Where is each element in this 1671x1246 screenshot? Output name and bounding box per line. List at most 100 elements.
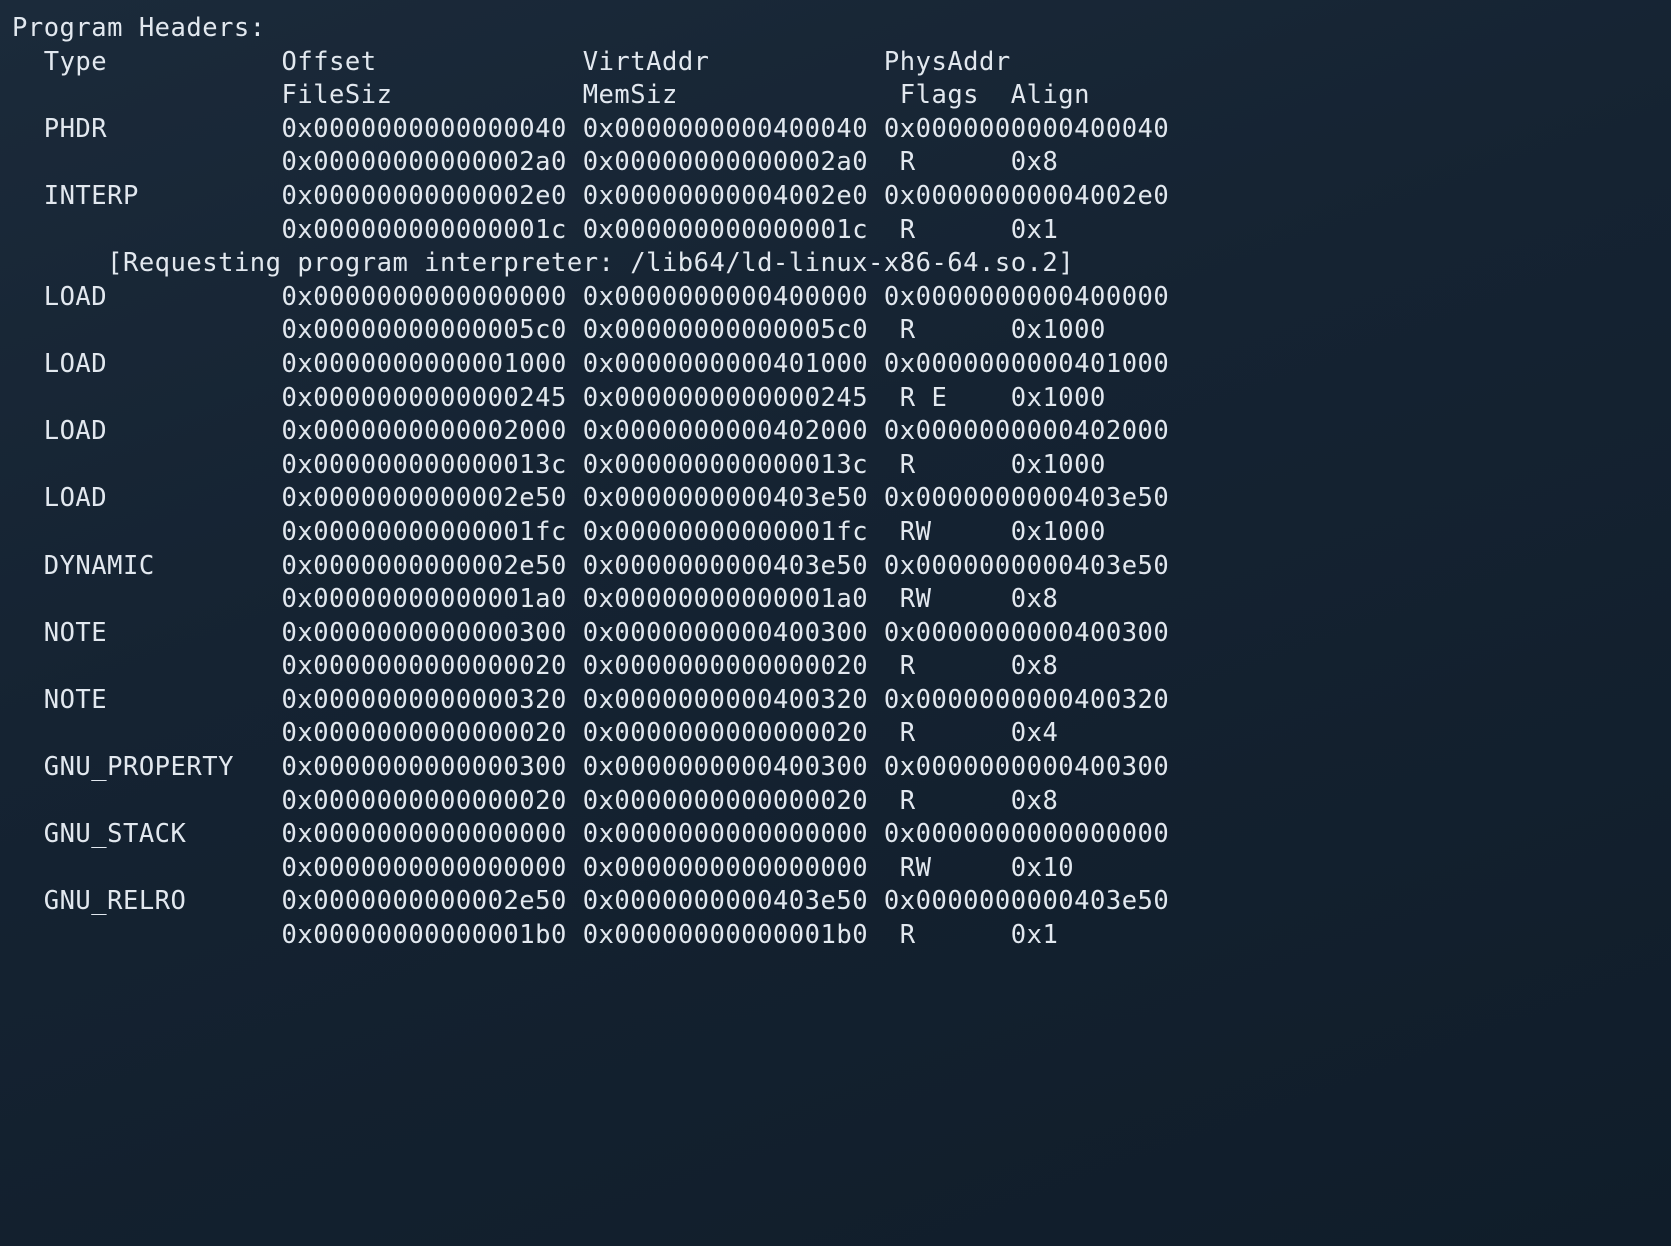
interp-note: [Requesting program interpreter: /lib64/… xyxy=(107,248,1074,278)
ph-offset: 0x0000000000000040 xyxy=(282,114,583,144)
ph-align: 0x1000 xyxy=(1011,315,1106,345)
ph-filesiz: 0x00000000000002a0 xyxy=(282,147,583,177)
ph-offset: 0x0000000000000000 xyxy=(282,282,583,312)
ph-memsiz: 0x00000000000001a0 xyxy=(583,584,884,614)
section-title: Program Headers: xyxy=(12,13,266,43)
ph-type: INTERP xyxy=(44,181,282,211)
col-header-physaddr: PhysAddr xyxy=(884,47,1011,77)
ph-align: 0x10 xyxy=(1011,853,1074,883)
ph-physaddr: 0x0000000000403e50 xyxy=(884,551,1169,581)
col-header-flags: Flags xyxy=(900,80,1011,110)
col-header-type: Type xyxy=(44,47,282,77)
ph-align: 0x8 xyxy=(1011,651,1059,681)
ph-virtaddr: 0x0000000000400040 xyxy=(583,114,884,144)
ph-flags: R xyxy=(900,651,1011,681)
ph-virtaddr: 0x0000000000400000 xyxy=(583,282,884,312)
ph-memsiz: 0x000000000000001c xyxy=(583,215,884,245)
ph-align: 0x1000 xyxy=(1011,383,1106,413)
ph-align: 0x4 xyxy=(1011,718,1059,748)
ph-virtaddr: 0x0000000000403e50 xyxy=(583,886,884,916)
ph-flags: RW xyxy=(900,853,1011,883)
ph-flags: R xyxy=(900,147,1011,177)
ph-physaddr: 0x0000000000400320 xyxy=(884,685,1169,715)
ph-memsiz: 0x0000000000000020 xyxy=(583,651,884,681)
ph-type: NOTE xyxy=(44,685,282,715)
ph-offset: 0x0000000000000320 xyxy=(282,685,583,715)
ph-offset: 0x0000000000002000 xyxy=(282,416,583,446)
ph-flags: RW xyxy=(900,517,1011,547)
ph-offset: 0x0000000000000000 xyxy=(282,819,583,849)
ph-align: 0x1000 xyxy=(1011,517,1106,547)
ph-align: 0x8 xyxy=(1011,147,1059,177)
ph-offset: 0x0000000000001000 xyxy=(282,349,583,379)
ph-memsiz: 0x0000000000000245 xyxy=(583,383,884,413)
ph-align: 0x1000 xyxy=(1011,450,1106,480)
ph-virtaddr: 0x0000000000403e50 xyxy=(583,483,884,513)
ph-filesiz: 0x000000000000001c xyxy=(282,215,583,245)
ph-memsiz: 0x000000000000013c xyxy=(583,450,884,480)
ph-type: NOTE xyxy=(44,618,282,648)
ph-flags: R xyxy=(900,786,1011,816)
ph-filesiz: 0x0000000000000020 xyxy=(282,718,583,748)
ph-type: GNU_PROPERTY xyxy=(44,752,282,782)
ph-virtaddr: 0x0000000000400320 xyxy=(583,685,884,715)
ph-virtaddr: 0x0000000000000000 xyxy=(583,819,884,849)
ph-offset: 0x0000000000002e50 xyxy=(282,551,583,581)
ph-memsiz: 0x00000000000005c0 xyxy=(583,315,884,345)
col-header-filesiz: FileSiz xyxy=(282,80,583,110)
col-header-align: Align xyxy=(1011,80,1090,110)
ph-physaddr: 0x0000000000403e50 xyxy=(884,886,1169,916)
ph-align: 0x1 xyxy=(1011,215,1059,245)
col-header-memsiz: MemSiz xyxy=(583,80,884,110)
ph-filesiz: 0x0000000000000020 xyxy=(282,786,583,816)
ph-type: LOAD xyxy=(44,349,282,379)
ph-memsiz: 0x00000000000001fc xyxy=(583,517,884,547)
ph-flags: R xyxy=(900,920,1011,950)
ph-physaddr: 0x0000000000400300 xyxy=(884,618,1169,648)
ph-align: 0x8 xyxy=(1011,584,1059,614)
ph-flags: RW xyxy=(900,584,1011,614)
ph-type: GNU_STACK xyxy=(44,819,282,849)
ph-type: LOAD xyxy=(44,483,282,513)
ph-align: 0x8 xyxy=(1011,786,1059,816)
ph-memsiz: 0x0000000000000020 xyxy=(583,718,884,748)
ph-offset: 0x0000000000002e50 xyxy=(282,483,583,513)
ph-filesiz: 0x00000000000001fc xyxy=(282,517,583,547)
ph-flags: R xyxy=(900,450,1011,480)
ph-type: DYNAMIC xyxy=(44,551,282,581)
ph-filesiz: 0x000000000000013c xyxy=(282,450,583,480)
ph-memsiz: 0x0000000000000000 xyxy=(583,853,884,883)
ph-physaddr: 0x0000000000400040 xyxy=(884,114,1169,144)
ph-offset: 0x0000000000002e50 xyxy=(282,886,583,916)
ph-offset: 0x0000000000000300 xyxy=(282,752,583,782)
ph-flags: R xyxy=(900,718,1011,748)
ph-type: GNU_RELRO xyxy=(44,886,282,916)
ph-flags: R xyxy=(900,315,1011,345)
ph-memsiz: 0x0000000000000020 xyxy=(583,786,884,816)
ph-offset: 0x00000000000002e0 xyxy=(282,181,583,211)
ph-virtaddr: 0x0000000000400300 xyxy=(583,618,884,648)
ph-physaddr: 0x0000000000000000 xyxy=(884,819,1169,849)
ph-type: LOAD xyxy=(44,416,282,446)
col-header-offset: Offset xyxy=(282,47,583,77)
ph-filesiz: 0x00000000000005c0 xyxy=(282,315,583,345)
ph-memsiz: 0x00000000000002a0 xyxy=(583,147,884,177)
ph-filesiz: 0x00000000000001b0 xyxy=(282,920,583,950)
ph-offset: 0x0000000000000300 xyxy=(282,618,583,648)
ph-virtaddr: 0x0000000000400300 xyxy=(583,752,884,782)
ph-physaddr: 0x00000000004002e0 xyxy=(884,181,1169,211)
ph-physaddr: 0x0000000000400000 xyxy=(884,282,1169,312)
ph-virtaddr: 0x00000000004002e0 xyxy=(583,181,884,211)
ph-flags: R xyxy=(900,215,1011,245)
ph-virtaddr: 0x0000000000403e50 xyxy=(583,551,884,581)
ph-type: LOAD xyxy=(44,282,282,312)
ph-filesiz: 0x0000000000000245 xyxy=(282,383,583,413)
ph-flags: R E xyxy=(900,383,1011,413)
ph-filesiz: 0x0000000000000000 xyxy=(282,853,583,883)
terminal-output: Program Headers: Type Offset VirtAddr Ph… xyxy=(0,0,1671,953)
ph-physaddr: 0x0000000000403e50 xyxy=(884,483,1169,513)
ph-physaddr: 0x0000000000400300 xyxy=(884,752,1169,782)
ph-physaddr: 0x0000000000402000 xyxy=(884,416,1169,446)
ph-align: 0x1 xyxy=(1011,920,1059,950)
ph-virtaddr: 0x0000000000401000 xyxy=(583,349,884,379)
